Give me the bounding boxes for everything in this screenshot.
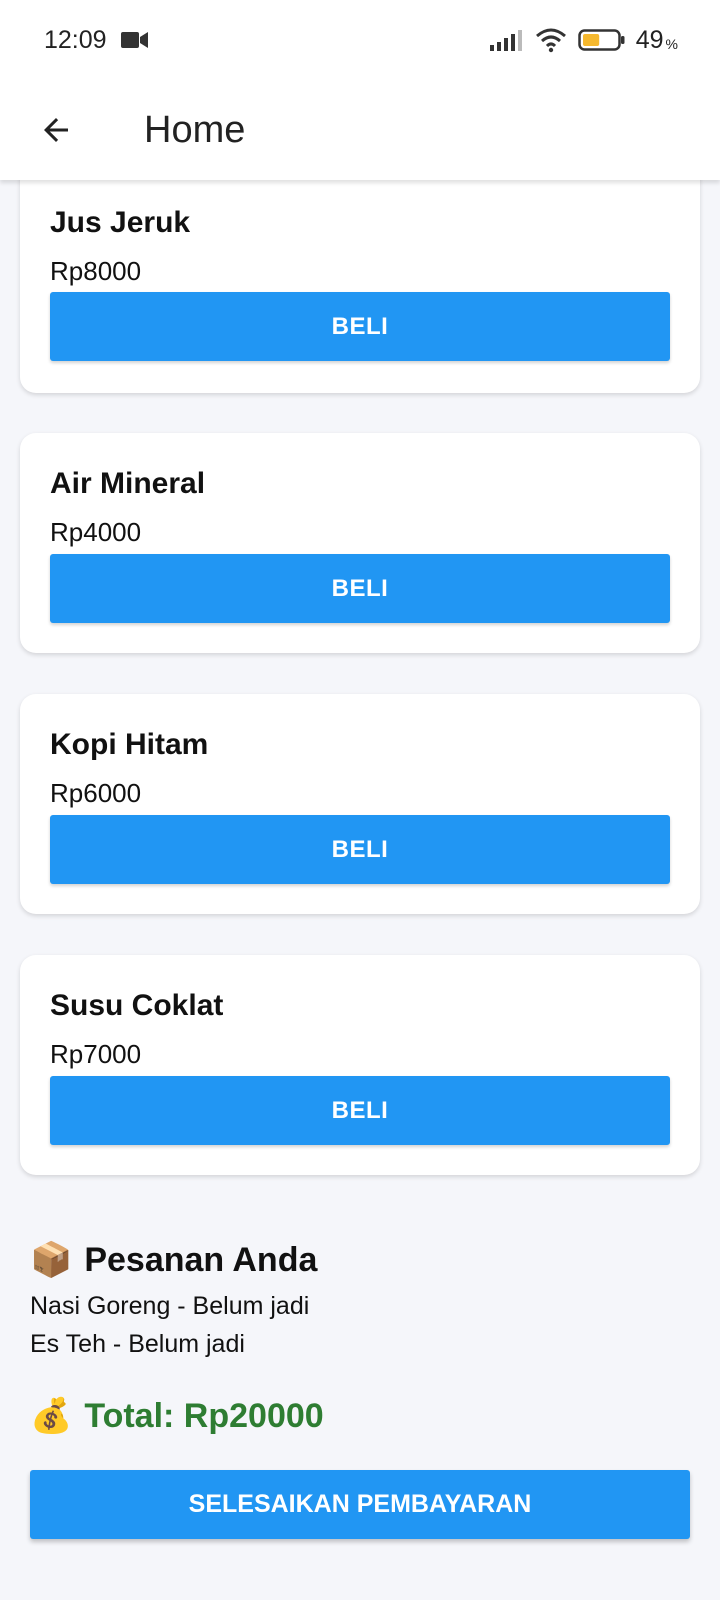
menu-item-name: Susu Coklat — [50, 989, 224, 1022]
arrow-back-icon — [44, 118, 68, 142]
package-icon: 📦 — [30, 1241, 73, 1279]
menu-item-price: Rp4000 — [50, 517, 142, 547]
menu-item-name: Air Mineral — [50, 467, 206, 500]
signal-icon — [489, 30, 522, 51]
menu-list[interactable]: Jus Jeruk Rp8000 BELI Air Mineral Rp4000… — [0, 0, 720, 1600]
menu-item-price: Rp8000 — [50, 256, 142, 286]
total-line: 💰 Total: Rp20000 — [30, 1396, 324, 1436]
money-bag-icon: 💰 — [30, 1397, 73, 1435]
buy-button[interactable]: BELI — [50, 1076, 670, 1145]
orders-heading: 📦 Pesanan Anda — [30, 1240, 317, 1280]
page-title: Home — [144, 108, 246, 151]
battery-percent: 49 — [635, 25, 664, 54]
buy-button[interactable]: BELI — [50, 292, 670, 361]
clock: 12:09 — [44, 25, 107, 54]
total-text: Total: Rp20000 — [84, 1396, 324, 1435]
menu-item-name: Kopi Hitam — [50, 728, 209, 761]
menu-card: Jus Jeruk Rp8000 BELI — [20, 160, 700, 393]
menu-card: Kopi Hitam Rp6000 BELI — [20, 694, 700, 914]
battery-percent-sign: % — [665, 36, 678, 52]
complete-payment-button[interactable]: SELESAIKAN PEMBAYARAN — [30, 1470, 690, 1539]
app-bar: Home — [0, 80, 720, 180]
order-item: Es Teh - Belum jadi — [30, 1330, 245, 1358]
menu-item-price: Rp7000 — [50, 1039, 142, 1069]
battery-icon — [577, 29, 625, 51]
wifi-icon — [535, 28, 566, 53]
buy-button[interactable]: BELI — [50, 815, 670, 884]
menu-card: Air Mineral Rp4000 BELI — [20, 433, 700, 653]
orders-title: Pesanan Anda — [84, 1240, 318, 1279]
back-button[interactable] — [28, 102, 84, 158]
status-bar: 12:09 49 % — [0, 0, 720, 80]
order-item: Nasi Goreng - Belum jadi — [30, 1292, 310, 1320]
menu-item-price: Rp6000 — [50, 778, 142, 808]
menu-item-name: Jus Jeruk — [50, 206, 191, 239]
buy-button[interactable]: BELI — [50, 554, 670, 623]
menu-card: Susu Coklat Rp7000 BELI — [20, 955, 700, 1175]
video-camera-icon — [120, 32, 148, 48]
